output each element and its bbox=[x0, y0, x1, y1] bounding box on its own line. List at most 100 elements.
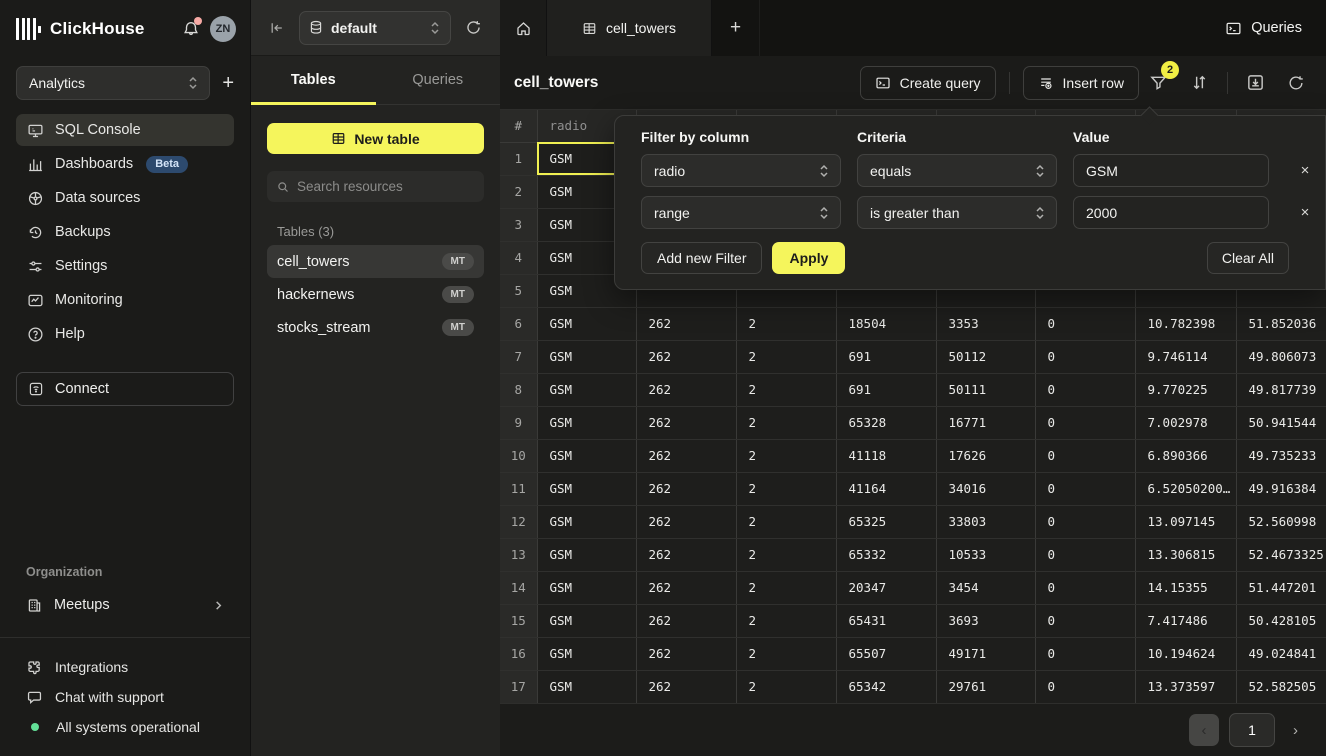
table-cell[interactable]: 41118 bbox=[836, 439, 936, 472]
sort-button[interactable] bbox=[1185, 68, 1214, 97]
table-cell[interactable]: 0 bbox=[1035, 340, 1135, 373]
sidebar-item-settings[interactable]: Settings bbox=[16, 250, 234, 282]
notifications-button[interactable] bbox=[182, 20, 200, 38]
table-cell[interactable]: 3353 bbox=[936, 307, 1035, 340]
table-cell[interactable]: GSM bbox=[537, 472, 636, 505]
current-page-indicator[interactable]: 1 bbox=[1229, 713, 1275, 747]
clickhouse-logo-icon[interactable] bbox=[16, 18, 41, 40]
table-cell[interactable]: 2 bbox=[736, 571, 836, 604]
table-cell[interactable]: GSM bbox=[537, 604, 636, 637]
tab-queries[interactable]: Queries bbox=[376, 56, 501, 104]
table-cell[interactable]: 6.890366 bbox=[1135, 439, 1236, 472]
insert-row-button[interactable]: Insert row bbox=[1023, 66, 1139, 100]
search-resources-input[interactable] bbox=[297, 179, 474, 194]
database-select[interactable]: default bbox=[299, 11, 451, 45]
table-cell[interactable]: 9.770225 bbox=[1135, 373, 1236, 406]
chat-support-link[interactable]: Chat with support bbox=[0, 682, 250, 712]
table-cell[interactable]: 10.782398 bbox=[1135, 307, 1236, 340]
filter-value-input-1[interactable] bbox=[1073, 154, 1269, 187]
table-cell[interactable]: 262 bbox=[636, 340, 736, 373]
table-cell[interactable]: 0 bbox=[1035, 505, 1135, 538]
table-cell[interactable]: 50.941544 bbox=[1236, 406, 1326, 439]
column-header[interactable]: # bbox=[500, 110, 537, 142]
table-cell[interactable]: 0 bbox=[1035, 571, 1135, 604]
table-cell[interactable]: GSM bbox=[537, 505, 636, 538]
table-cell[interactable]: 3693 bbox=[936, 604, 1035, 637]
apply-filters-button[interactable]: Apply bbox=[772, 242, 845, 274]
table-cell[interactable]: 65431 bbox=[836, 604, 936, 637]
create-query-button[interactable]: Create query bbox=[860, 66, 996, 100]
table-cell[interactable]: 262 bbox=[636, 670, 736, 703]
refresh-tables-button[interactable] bbox=[463, 17, 484, 38]
table-cell[interactable]: 2 bbox=[736, 670, 836, 703]
table-cell[interactable]: 262 bbox=[636, 307, 736, 340]
table-cell[interactable]: 7.002978 bbox=[1135, 406, 1236, 439]
table-cell[interactable]: 13.306815 bbox=[1135, 538, 1236, 571]
table-cell[interactable]: GSM bbox=[537, 571, 636, 604]
table-cell[interactable]: 65328 bbox=[836, 406, 936, 439]
table-list-item-cell-towers[interactable]: cell_towers MT bbox=[267, 245, 484, 278]
table-cell[interactable]: 0 bbox=[1035, 538, 1135, 571]
table-cell[interactable]: 17626 bbox=[936, 439, 1035, 472]
table-cell[interactable]: 52.4673325 bbox=[1236, 538, 1326, 571]
table-cell[interactable]: 29761 bbox=[936, 670, 1035, 703]
avatar[interactable]: ZN bbox=[210, 16, 236, 42]
table-cell[interactable]: 52.560998 bbox=[1236, 505, 1326, 538]
table-cell[interactable]: 18504 bbox=[836, 307, 936, 340]
filter-criteria-select-2[interactable]: is greater than bbox=[857, 196, 1057, 229]
table-cell[interactable]: 49.024841 bbox=[1236, 637, 1326, 670]
table-cell[interactable]: 0 bbox=[1035, 637, 1135, 670]
table-cell[interactable]: 51.852036 bbox=[1236, 307, 1326, 340]
table-list-item-hackernews[interactable]: hackernews MT bbox=[267, 278, 484, 311]
table-cell[interactable]: 10533 bbox=[936, 538, 1035, 571]
table-cell[interactable]: 3454 bbox=[936, 571, 1035, 604]
table-cell[interactable]: 691 bbox=[836, 373, 936, 406]
table-cell[interactable]: 41164 bbox=[836, 472, 936, 505]
table-cell[interactable]: 20347 bbox=[836, 571, 936, 604]
tab-tables[interactable]: Tables bbox=[251, 56, 376, 104]
table-cell[interactable]: 0 bbox=[1035, 604, 1135, 637]
table-cell[interactable]: 13.097145 bbox=[1135, 505, 1236, 538]
table-cell[interactable]: 65325 bbox=[836, 505, 936, 538]
filter-column-select-1[interactable]: radio bbox=[641, 154, 841, 187]
table-cell[interactable]: GSM bbox=[537, 670, 636, 703]
clear-all-filters-button[interactable]: Clear All bbox=[1207, 242, 1289, 274]
table-cell[interactable]: 262 bbox=[636, 538, 736, 571]
table-cell[interactable]: GSM bbox=[537, 307, 636, 340]
system-status-link[interactable]: All systems operational bbox=[0, 712, 250, 742]
table-cell[interactable]: 52.582505 bbox=[1236, 670, 1326, 703]
table-cell[interactable]: 0 bbox=[1035, 406, 1135, 439]
integrations-link[interactable]: Integrations bbox=[0, 652, 250, 682]
filter-button[interactable]: 2 bbox=[1144, 68, 1173, 97]
table-cell[interactable]: 2 bbox=[736, 373, 836, 406]
table-cell[interactable]: GSM bbox=[537, 637, 636, 670]
table-cell[interactable]: 2 bbox=[736, 472, 836, 505]
sidebar-item-sql-console[interactable]: SQL Console bbox=[16, 114, 234, 146]
table-cell[interactable]: 262 bbox=[636, 505, 736, 538]
add-new-filter-button[interactable]: Add new Filter bbox=[641, 242, 762, 274]
queries-button[interactable]: Queries bbox=[1201, 0, 1326, 56]
table-cell[interactable]: 14.15355 bbox=[1135, 571, 1236, 604]
table-cell[interactable]: 65332 bbox=[836, 538, 936, 571]
table-cell[interactable]: 33803 bbox=[936, 505, 1035, 538]
sidebar-item-data-sources[interactable]: Data sources bbox=[16, 182, 234, 214]
table-cell[interactable]: 13.373597 bbox=[1135, 670, 1236, 703]
table-cell[interactable]: 0 bbox=[1035, 439, 1135, 472]
sidebar-item-meetups[interactable]: Meetups bbox=[16, 589, 234, 621]
table-cell[interactable]: 2 bbox=[736, 307, 836, 340]
table-cell[interactable]: 49171 bbox=[936, 637, 1035, 670]
table-cell[interactable]: 10.194624 bbox=[1135, 637, 1236, 670]
table-cell[interactable]: GSM bbox=[537, 406, 636, 439]
table-cell[interactable]: 691 bbox=[836, 340, 936, 373]
filter-column-select-2[interactable]: range bbox=[641, 196, 841, 229]
collapse-panel-button[interactable] bbox=[267, 18, 287, 38]
next-page-button[interactable]: › bbox=[1293, 722, 1298, 739]
table-cell[interactable]: 2 bbox=[736, 340, 836, 373]
table-cell[interactable]: 9.746114 bbox=[1135, 340, 1236, 373]
remove-filter-button-2[interactable]: × bbox=[1301, 204, 1310, 221]
table-cell[interactable]: 49.806073 bbox=[1236, 340, 1326, 373]
tab-cell-towers[interactable]: cell_towers bbox=[546, 0, 712, 56]
table-cell[interactable]: 49.735233 bbox=[1236, 439, 1326, 472]
sidebar-item-help[interactable]: Help bbox=[16, 318, 234, 350]
table-cell[interactable]: 2 bbox=[736, 439, 836, 472]
